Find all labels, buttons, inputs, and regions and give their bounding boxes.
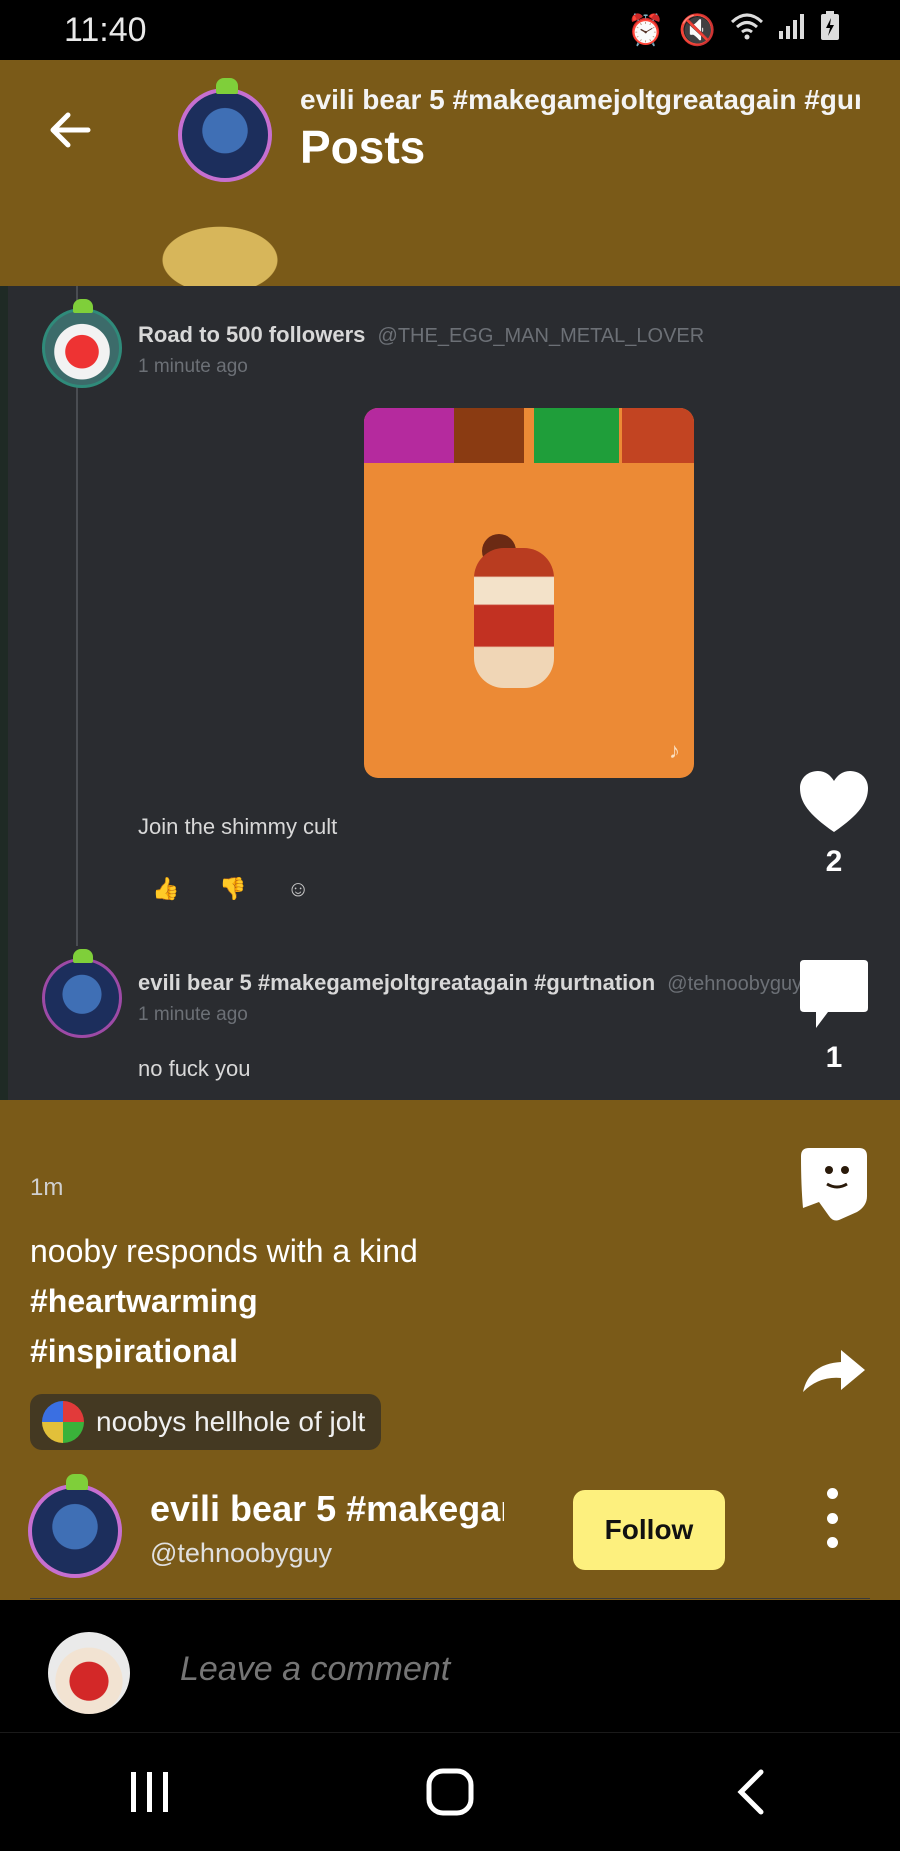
share-button[interactable] <box>794 1346 874 1401</box>
crown-icon <box>216 78 238 94</box>
community-chip[interactable]: noobys hellhole of jolt <box>30 1394 382 1450</box>
home-button[interactable] <box>390 1752 510 1832</box>
hashtag-link[interactable]: #heartwarming <box>30 1276 590 1326</box>
crown-icon <box>73 299 93 313</box>
embedded-actions: 👍 👎 ☺ <box>152 876 309 902</box>
more-options-button[interactable] <box>816 1488 848 1548</box>
thumbs-down-icon: 👎 <box>219 876 247 901</box>
gamejolt-repost-icon <box>801 1148 867 1221</box>
reply-author-handle: @tehnoobyguy <box>667 973 803 995</box>
comment-count: 1 <box>825 1041 843 1074</box>
embedded-post-text: Join the shimmy cult <box>138 814 338 839</box>
battery-icon <box>820 11 840 49</box>
crown-icon <box>66 1474 88 1490</box>
post-author-avatar[interactable] <box>28 1474 122 1578</box>
header-author-name[interactable]: evili bear 5 #makegamejoltgreatagain #gu… <box>300 84 860 116</box>
embedded-author-handle: @THE_EGG_MAN_METAL_LOVER <box>377 325 705 347</box>
post-author-name[interactable]: evili bear 5 #makegamejoltgreatagain <box>150 1488 504 1530</box>
reply-timestamp: 1 minute ago <box>138 1004 248 1025</box>
status-bar: 11:40 ⏰ 🔇 <box>0 0 900 60</box>
community-icon <box>42 1401 84 1443</box>
signal-icon <box>778 13 806 47</box>
add-reaction-icon: ☺ <box>286 876 310 901</box>
embedded-author-row: Road to 500 followers @THE_EGG_MAN_METAL… <box>138 322 704 348</box>
thumbs-up-icon: 👍 <box>152 876 180 901</box>
reply-author-name: evili bear 5 #makegamejoltgreatagain #gu… <box>138 970 656 995</box>
share-arrow-icon <box>803 1350 865 1392</box>
crown-icon <box>73 949 93 963</box>
wifi-icon <box>730 12 764 48</box>
hashtag-link[interactable]: #inspirational <box>30 1326 590 1376</box>
reply-author-avatar <box>42 949 122 1038</box>
reply-author-row: evili bear 5 #makegamejoltgreatagain #gu… <box>138 970 818 996</box>
embedded-post-card[interactable]: Road to 500 followers @THE_EGG_MAN_METAL… <box>0 286 900 1100</box>
post-author-handle[interactable]: @tehnoobyguy <box>150 1538 332 1569</box>
page-title: Posts <box>300 121 426 173</box>
comment-input[interactable] <box>180 1650 820 1689</box>
comment-button[interactable]: 1 <box>794 958 874 1075</box>
comment-bubble-icon <box>800 960 868 1028</box>
alarm-icon: ⏰ <box>627 13 665 47</box>
embedded-timestamp: 1 minute ago <box>138 356 248 377</box>
like-button[interactable]: 2 <box>794 770 874 879</box>
mute-icon: 🔇 <box>678 13 716 47</box>
back-nav-button[interactable] <box>690 1752 810 1832</box>
recent-apps-button[interactable] <box>90 1752 210 1832</box>
embedded-author-name: Road to 500 followers <box>138 322 366 347</box>
status-icons: ⏰ 🔇 <box>627 11 840 49</box>
back-button[interactable] <box>40 100 100 160</box>
reply-menu-icon: ⋮ <box>892 968 900 999</box>
community-name: noobys hellhole of jolt <box>96 1406 366 1437</box>
post-age: 1m <box>30 1174 64 1201</box>
reply-text: no fuck you <box>138 1056 251 1081</box>
current-user-avatar <box>48 1632 130 1714</box>
home-icon <box>426 1768 474 1816</box>
caption-text: nooby responds with a kind <box>30 1233 418 1269</box>
embedded-media-image: ♪ <box>364 408 694 778</box>
embedded-author-avatar <box>42 299 122 388</box>
status-time: 11:40 <box>64 10 147 49</box>
system-nav-bar <box>0 1732 900 1851</box>
back-chevron-icon <box>737 1769 764 1815</box>
divider <box>30 1598 870 1599</box>
post-caption: nooby responds with a kind #heartwarming… <box>30 1226 590 1376</box>
comment-bar <box>0 1600 900 1732</box>
back-arrow-icon <box>50 112 91 148</box>
heart-icon <box>800 771 868 832</box>
recent-apps-icon <box>131 1772 168 1812</box>
tiktok-icon: ♪ <box>669 738 680 763</box>
repost-button[interactable] <box>794 1146 874 1227</box>
follow-button[interactable]: Follow <box>573 1490 725 1570</box>
header-avatar[interactable] <box>178 78 272 182</box>
like-count: 2 <box>825 845 843 878</box>
embedded-menu-icon: ⋮ <box>892 320 900 351</box>
